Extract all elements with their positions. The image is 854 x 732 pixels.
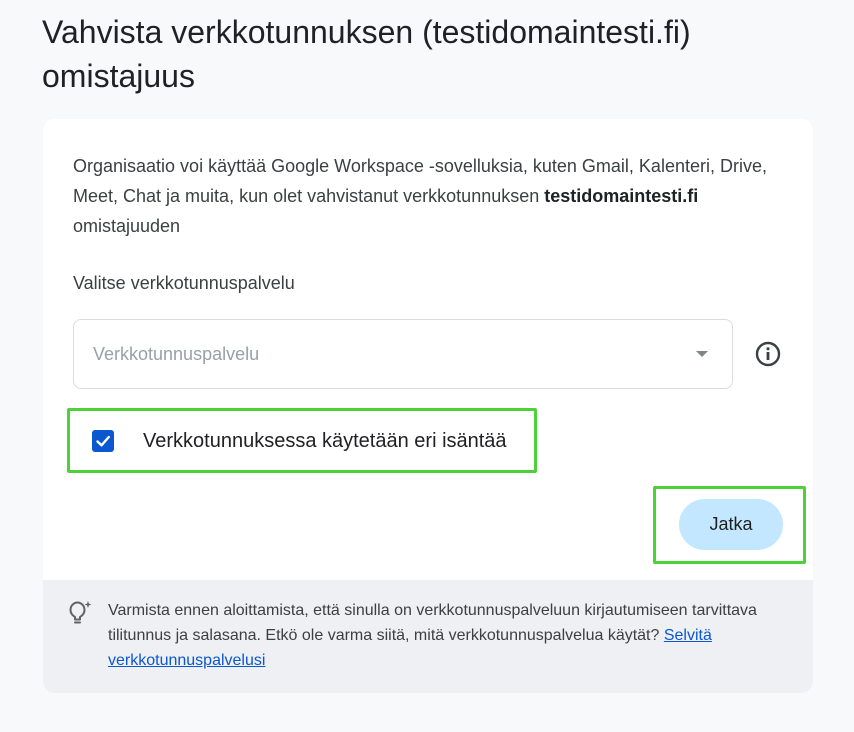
- intro-text: Organisaatio voi käyttää Google Workspac…: [73, 151, 773, 241]
- provider-select[interactable]: Verkkotunnuspalvelu: [73, 319, 733, 389]
- different-host-checkbox-label[interactable]: Verkkotunnuksessa käytetään eri isäntää: [143, 428, 507, 454]
- different-host-checkbox[interactable]: [92, 430, 114, 452]
- lightbulb-icon: [64, 598, 94, 628]
- continue-button[interactable]: Jatka: [679, 499, 783, 550]
- info-icon[interactable]: [754, 340, 782, 368]
- page-title: Vahvista verkkotunnuksen (testidomaintes…: [42, 14, 691, 94]
- provider-select-label: Valitse verkkotunnuspalvelu: [73, 273, 295, 293]
- intro-text-after: omistajuuden: [73, 216, 181, 236]
- tip-message: Varmista ennen aloittamista, että sinull…: [108, 602, 757, 644]
- verify-domain-page: Vahvista verkkotunnuksen (testidomaintes…: [0, 0, 854, 732]
- different-host-checkbox-row[interactable]: Verkkotunnuksessa käytetään eri isäntää: [67, 408, 537, 473]
- verification-card: Organisaatio voi käyttää Google Workspac…: [43, 119, 813, 693]
- tip-text: Varmista ennen aloittamista, että sinull…: [108, 598, 788, 673]
- tip-banner: Varmista ennen aloittamista, että sinull…: [43, 580, 813, 693]
- provider-select-placeholder: Verkkotunnuspalvelu: [93, 344, 260, 364]
- continue-highlight: Jatka: [653, 486, 806, 564]
- check-icon: [96, 435, 110, 447]
- chevron-down-icon: [696, 351, 708, 357]
- intro-domain: testidomaintesti.fi: [544, 186, 699, 206]
